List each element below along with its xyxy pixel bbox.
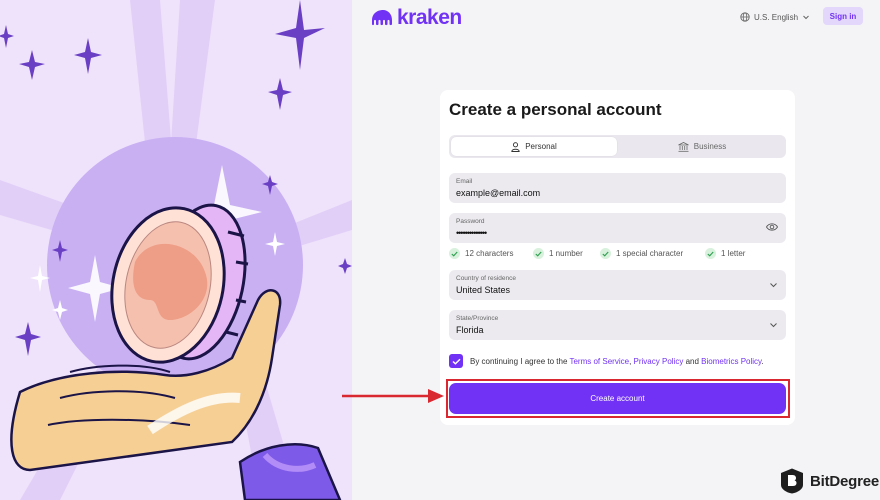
requirement-item: 1 number <box>533 248 583 259</box>
requirement-label: 1 special character <box>616 249 684 258</box>
logo-text: kraken <box>397 6 462 29</box>
bank-icon <box>678 141 689 152</box>
tab-business[interactable]: Business <box>620 137 784 156</box>
consent-checkbox[interactable] <box>449 354 463 368</box>
check-icon <box>533 248 544 259</box>
page-title: Create a personal account <box>449 100 662 119</box>
country-label: Country of residence <box>456 275 516 282</box>
state-label: State/Province <box>456 315 499 322</box>
kraken-logo-icon <box>372 10 392 26</box>
consent-comma: , <box>629 356 632 366</box>
state-select[interactable]: State/Province Florida <box>449 310 786 340</box>
biometrics-link[interactable]: Biometrics Policy <box>701 357 761 366</box>
requirement-label: 1 letter <box>721 249 746 258</box>
check-icon <box>449 248 460 259</box>
email-value: example@email.com <box>456 188 541 198</box>
terms-link[interactable]: Terms of Service <box>569 357 629 366</box>
requirement-label: 1 number <box>549 249 583 258</box>
password-requirements: 12 characters 1 number 1 special charact… <box>449 248 786 262</box>
kraken-logo[interactable]: kraken <box>372 6 462 30</box>
chevron-down-icon <box>770 283 777 288</box>
coin-hand-illustration <box>0 0 352 500</box>
requirement-label: 12 characters <box>465 249 514 258</box>
tab-personal-label: Personal <box>525 142 557 151</box>
language-selector[interactable]: U.S. English <box>740 10 810 24</box>
email-field[interactable]: Email example@email.com <box>449 173 786 203</box>
eye-icon[interactable] <box>766 222 778 232</box>
tab-personal[interactable]: Personal <box>451 137 617 156</box>
language-label: U.S. English <box>754 12 799 22</box>
privacy-link[interactable]: Privacy Policy <box>634 357 684 366</box>
check-icon <box>600 248 611 259</box>
requirement-item: 1 letter <box>705 248 745 259</box>
country-value: United States <box>456 285 511 295</box>
bitdegree-logo-icon <box>781 468 803 494</box>
requirement-item: 12 characters <box>449 248 513 259</box>
password-field[interactable]: Password •••••••••••••• <box>449 213 786 243</box>
check-icon <box>705 248 716 259</box>
password-value: •••••••••••••• <box>456 228 487 238</box>
consent-prefix: By continuing I agree to the <box>470 356 568 366</box>
chevron-down-icon <box>803 15 809 20</box>
person-icon <box>511 141 520 152</box>
password-label: Password <box>456 218 485 225</box>
checkmark-icon <box>452 358 460 365</box>
consent-and: and <box>685 356 699 366</box>
consent-row: By continuing I agree to the Terms of Se… <box>449 354 764 368</box>
tab-business-label: Business <box>693 142 727 151</box>
watermark-text: BitDegree <box>810 472 880 490</box>
bitdegree-watermark: BitDegree <box>780 468 879 494</box>
state-value: Florida <box>456 325 484 335</box>
create-account-button[interactable]: Create account <box>449 383 786 414</box>
requirement-item: 1 special character <box>600 248 683 259</box>
country-select[interactable]: Country of residence United States <box>449 270 786 300</box>
globe-icon <box>740 12 750 22</box>
email-label: Email <box>456 178 473 185</box>
consent-text: By continuing I agree to the Terms of Se… <box>470 357 764 366</box>
chevron-down-icon <box>770 323 777 328</box>
consent-period: . <box>761 356 764 366</box>
hero-illustration <box>0 0 352 500</box>
pointer-arrow-icon <box>342 389 444 403</box>
sign-in-button[interactable]: Sign in <box>823 7 863 25</box>
